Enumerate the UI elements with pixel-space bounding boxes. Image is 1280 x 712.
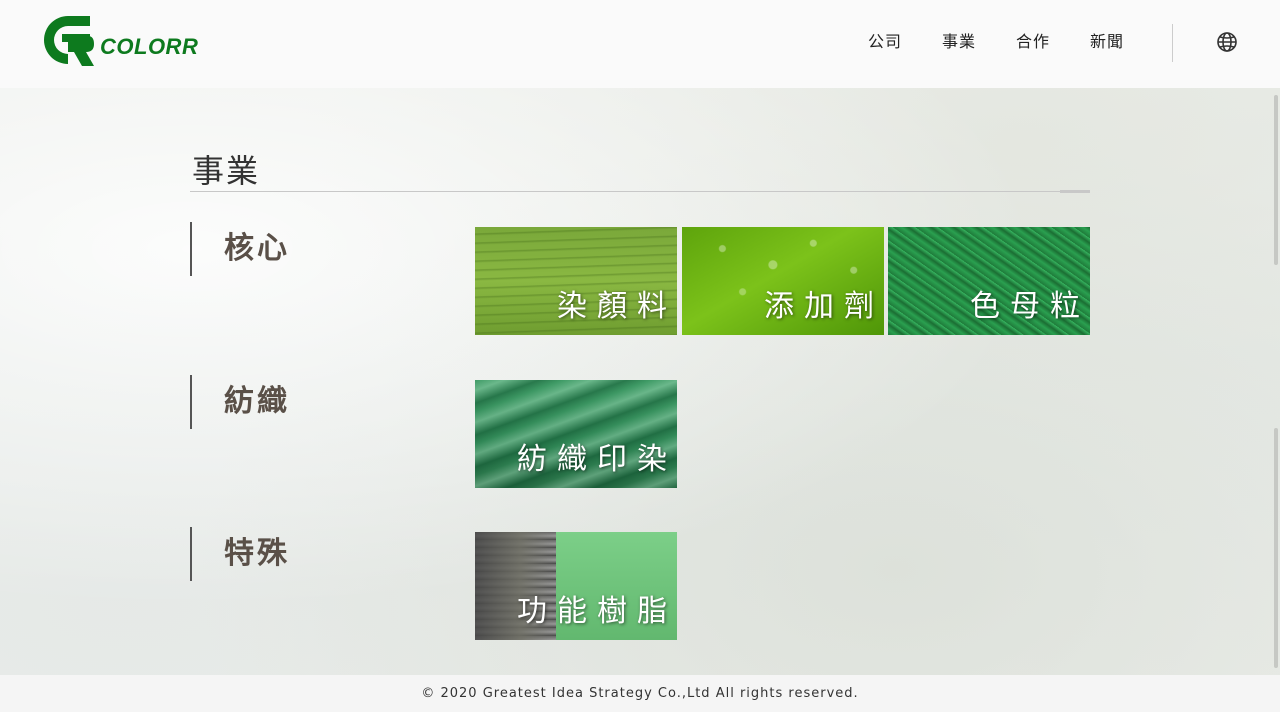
tile-pigments[interactable]: 染顏料 <box>475 227 677 335</box>
page-title: 事業 <box>192 152 261 190</box>
nav-item-cooperation[interactable]: 合作 <box>1016 30 1050 54</box>
site-header: COLORR 公司 事業 合作 新聞 <box>0 0 1280 88</box>
tile-masterbatch[interactable]: 色母粒 <box>888 227 1090 335</box>
nav-item-news[interactable]: 新聞 <box>1090 30 1124 54</box>
tile-label: 功能樹脂 <box>517 594 677 629</box>
copyright-text: © 2020 Greatest Idea Strategy Co.,Ltd Al… <box>421 686 859 701</box>
nav-item-company[interactable]: 公司 <box>868 30 902 54</box>
category-label-core: 核心 <box>190 222 290 276</box>
nav-divider <box>1172 24 1173 62</box>
scrollbar-thumb[interactable] <box>1274 95 1278 265</box>
site-logo[interactable]: COLORR <box>38 12 208 68</box>
main-nav: 公司 事業 合作 新聞 <box>868 30 1164 54</box>
category-label-textile: 紡織 <box>190 375 290 429</box>
tile-label: 色母粒 <box>970 289 1090 324</box>
scrollbar-thumb-lower[interactable] <box>1274 428 1278 668</box>
nav-item-business[interactable]: 事業 <box>942 30 976 54</box>
tile-additives[interactable]: 添加劑 <box>682 227 884 335</box>
globe-icon <box>1217 32 1237 52</box>
logo-text: COLORR <box>100 34 199 59</box>
tile-label: 紡織印染 <box>517 442 677 477</box>
tile-functional-resin[interactable]: 功能樹脂 <box>475 532 677 640</box>
title-divider <box>190 191 1090 192</box>
gr-logo-icon <box>44 16 94 66</box>
tile-label: 染顏料 <box>557 289 677 324</box>
tile-textile-dyeing[interactable]: 紡織印染 <box>475 380 677 488</box>
tile-label: 添加劑 <box>764 289 884 324</box>
title-divider-accent <box>1060 190 1090 193</box>
category-label-special: 特殊 <box>190 527 290 581</box>
language-button[interactable] <box>1216 31 1238 53</box>
site-footer: © 2020 Greatest Idea Strategy Co.,Ltd Al… <box>0 675 1280 712</box>
